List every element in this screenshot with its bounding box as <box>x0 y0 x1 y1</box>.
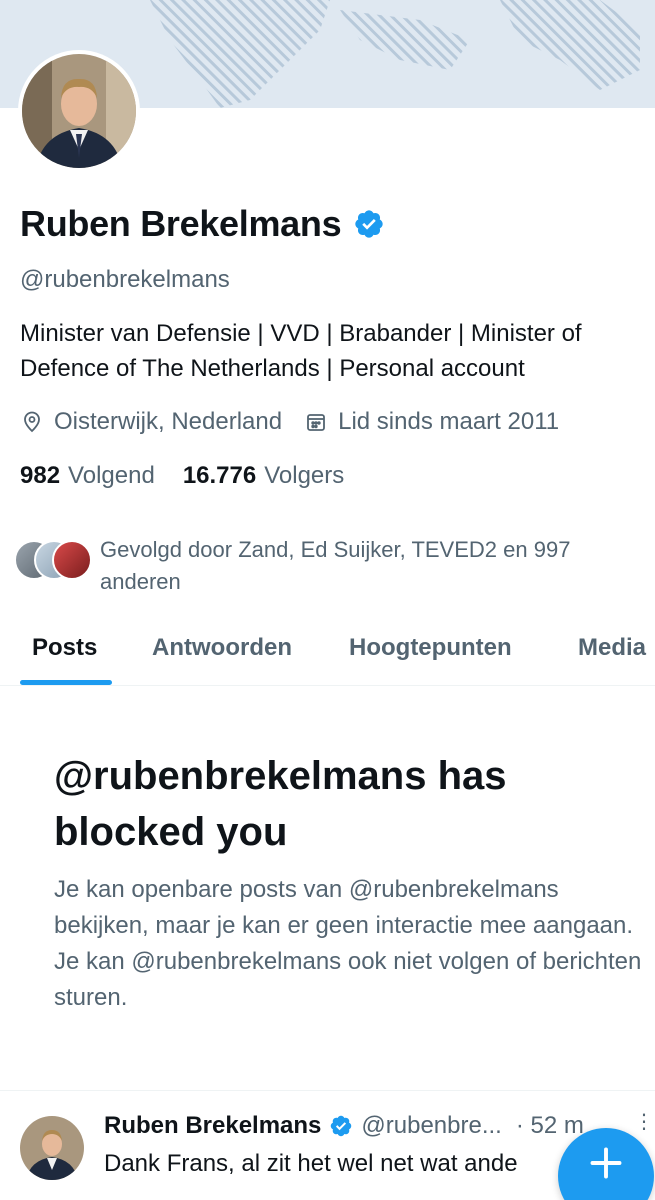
following-label: Volgend <box>68 462 155 489</box>
profile-location: Oisterwijk, Nederland <box>54 408 283 435</box>
more-vertical-icon[interactable]: ⋮ <box>634 1112 654 1132</box>
profile-tabs: Posts Antwoorden Hoogtepunten Media <box>0 618 655 686</box>
post-text: Dank Frans, al zit het wel net wat ande <box>104 1150 518 1177</box>
blocked-message: Je kan openbare posts van @rubenbrekelma… <box>54 876 642 1011</box>
followed-by-row[interactable]: Gevolgd door Zand, Ed Suijker, TEVED2 en… <box>14 534 634 598</box>
tab-hoogtepunten[interactable]: Hoogtepunten <box>349 618 512 662</box>
profile-joined-date: Lid sinds maart 2011 <box>338 408 560 435</box>
tab-media[interactable]: Media <box>578 618 646 662</box>
verified-badge-icon[interactable] <box>353 208 385 240</box>
post-item[interactable]: Ruben Brekelmans @rubenbre... · 52 m ⋮ D… <box>0 1090 655 1200</box>
avatar-image <box>22 54 136 168</box>
blocked-title: @rubenbrekelmans has blocked you <box>54 754 507 854</box>
profile-bio: Minister van Defensie | VVD | Brabander … <box>20 320 582 382</box>
active-tab-indicator <box>20 680 112 685</box>
followed-by-text: Gevolgd door Zand, Ed Suijker, TEVED2 en… <box>100 537 571 594</box>
profile-handle: @rubenbrekelmans <box>20 266 230 293</box>
profile-name: Ruben Brekelmans <box>20 203 342 244</box>
calendar-icon <box>304 410 328 434</box>
follower-avatars <box>14 534 96 580</box>
follower-avatar <box>52 540 92 580</box>
post-author-name[interactable]: Ruben Brekelmans <box>104 1112 321 1140</box>
followers-count: 16.776 <box>182 462 257 489</box>
verified-badge-icon <box>329 1114 353 1138</box>
following-count: 982 <box>20 462 61 489</box>
followers-label: Volgers <box>264 462 345 489</box>
tab-posts[interactable]: Posts <box>32 618 97 662</box>
blocked-notice: @rubenbrekelmans has blocked you Je kan … <box>54 748 644 1016</box>
tab-antwoorden[interactable]: Antwoorden <box>152 618 292 662</box>
following-link[interactable]: 982 Volgend <box>20 462 155 490</box>
profile-avatar[interactable] <box>18 50 140 172</box>
post-author-handle: @rubenbre... <box>361 1112 502 1139</box>
location-pin-icon <box>20 410 44 434</box>
post-author-avatar[interactable] <box>20 1116 84 1180</box>
post-timestamp[interactable]: · 52 m <box>516 1112 584 1140</box>
followers-link[interactable]: 16.776 Volgers <box>183 462 344 490</box>
plus-icon <box>590 1147 622 1179</box>
